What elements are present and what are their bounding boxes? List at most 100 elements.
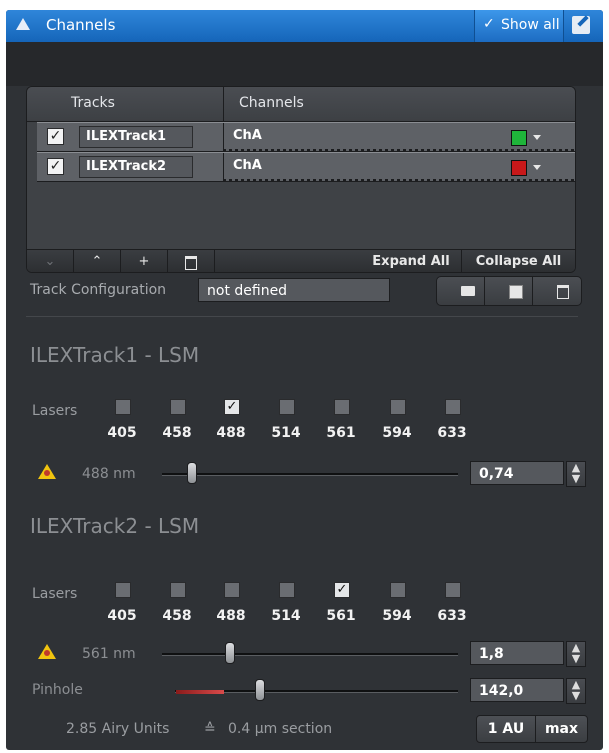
- track-configuration-field[interactable]: not defined: [198, 278, 390, 302]
- track-2-checkbox[interactable]: ✓: [47, 158, 64, 175]
- pinhole-spinner[interactable]: ▲ ▼: [566, 678, 586, 704]
- lsm1-title: ILEXTrack1 - LSM: [30, 343, 200, 367]
- laser-488-checkbox[interactable]: ✓: [224, 399, 240, 415]
- panel-title-bar[interactable]: Channels ✓ Show all: [6, 10, 603, 42]
- channels-panel: Channels ✓ Show all Tracks Channels ✓ IL…: [6, 10, 603, 750]
- laser-594-checkbox[interactable]: [390, 582, 406, 598]
- section-divider: [26, 316, 578, 317]
- track-2-channel: ChA: [233, 158, 262, 173]
- tracks-table: Tracks Channels ✓ ILEXTrack1 ChA ✓ ILEXT…: [26, 86, 576, 273]
- trash-icon: [185, 256, 197, 270]
- laser-405-checkbox[interactable]: [115, 582, 131, 598]
- laser-405-checkbox[interactable]: [115, 399, 131, 415]
- track-1-name[interactable]: ILEXTrack1: [79, 126, 193, 148]
- track-2-name[interactable]: ILEXTrack2: [79, 156, 193, 178]
- header-divider: [223, 87, 224, 121]
- trash-icon[interactable]: [533, 277, 581, 305]
- channel-2-color-swatch[interactable]: [511, 160, 527, 176]
- wavelength-label: 458: [162, 608, 192, 624]
- laser-488-checkbox[interactable]: [224, 582, 240, 598]
- lsm2-wavelength-readout: 561 nm: [82, 646, 136, 662]
- show-all-button[interactable]: ✓ Show all: [474, 10, 564, 42]
- row-dash-border: [223, 179, 575, 181]
- wavelength-label: 488: [216, 425, 246, 441]
- laser-633-checkbox[interactable]: [445, 582, 461, 598]
- lsm2-power-spinner[interactable]: ▲ ▼: [566, 641, 586, 667]
- lsm2-power-value[interactable]: 1,8: [470, 641, 564, 665]
- wavelength-label: 633: [437, 608, 467, 624]
- section-thickness-readout: 0.4 µm section: [228, 721, 333, 737]
- save-icon[interactable]: [485, 277, 532, 305]
- wavelength-label: 405: [107, 608, 137, 624]
- chevron-down-icon[interactable]: [533, 135, 541, 140]
- airy-units-readout: 2.85 Airy Units: [66, 721, 170, 737]
- track-configuration-label: Track Configuration: [30, 282, 167, 298]
- laser-warning-icon: [38, 644, 56, 659]
- pinhole-label: Pinhole: [32, 682, 83, 698]
- wavelength-label: 488: [216, 608, 246, 624]
- laser-warning-icon: [38, 464, 56, 479]
- wavelength-label: 458: [162, 425, 192, 441]
- laser-561-checkbox[interactable]: [334, 399, 350, 415]
- pinhole-preset-buttons: 1 AU max: [476, 715, 588, 743]
- collapse-triangle-icon[interactable]: [16, 18, 30, 30]
- row-divider: [223, 123, 224, 151]
- wavelength-label: 594: [382, 608, 412, 624]
- lsm2-power-slider-track[interactable]: [162, 653, 458, 656]
- add-track-button[interactable]: +: [121, 250, 168, 272]
- open-folder-icon[interactable]: [437, 277, 484, 305]
- row-divider: [223, 153, 224, 181]
- move-down-button[interactable]: ⌄: [27, 250, 74, 272]
- panel-title: Channels: [46, 16, 116, 34]
- lsm1-power-value[interactable]: 0,74: [470, 461, 564, 485]
- laser-594-checkbox[interactable]: [390, 399, 406, 415]
- wavelength-label: 561: [326, 608, 356, 624]
- lsm1-power-spinner[interactable]: ▲ ▼: [566, 461, 586, 487]
- track-1-channel: ChA: [233, 128, 262, 143]
- edit-icon[interactable]: [572, 16, 590, 34]
- wavelength-label: 633: [437, 425, 467, 441]
- lsm1-power-slider-thumb[interactable]: [187, 462, 197, 484]
- configuration-buttons: [436, 276, 582, 306]
- lsm1-wavelength-readout: 488 nm: [82, 466, 136, 482]
- tracks-table-header: Tracks Channels: [27, 87, 575, 122]
- track-1-checkbox[interactable]: ✓: [47, 128, 64, 145]
- channels-column-header: Channels: [239, 95, 304, 111]
- laser-514-checkbox[interactable]: [279, 582, 295, 598]
- wavelength-label: 514: [271, 425, 301, 441]
- wavelength-label: 594: [382, 425, 412, 441]
- laser-458-checkbox[interactable]: [170, 399, 186, 415]
- check-icon: ✓: [483, 16, 495, 32]
- wavelength-label: 561: [326, 425, 356, 441]
- tracks-column-header: Tracks: [71, 95, 115, 111]
- collapse-all-button[interactable]: Collapse All: [462, 250, 575, 272]
- lsm2-lasers-label: Lasers: [32, 586, 78, 602]
- laser-561-checkbox[interactable]: ✓: [334, 582, 350, 598]
- pinhole-value[interactable]: 142,0: [470, 678, 564, 702]
- pinhole-slider-thumb[interactable]: [255, 679, 265, 701]
- section-equivalence-icon: ≙: [204, 721, 216, 737]
- track-row-1[interactable]: ✓ ILEXTrack1 ChA: [37, 122, 575, 152]
- expand-all-button[interactable]: Expand All: [361, 250, 462, 272]
- panel-header-strip: [6, 42, 603, 86]
- lsm1-lasers-label: Lasers: [32, 403, 78, 419]
- row-dash-border: [223, 149, 575, 151]
- channel-1-color-swatch[interactable]: [511, 130, 527, 146]
- wavelength-label: 514: [271, 608, 301, 624]
- max-button[interactable]: max: [536, 716, 587, 742]
- chevron-down-icon[interactable]: [533, 165, 541, 170]
- delete-track-button[interactable]: [168, 250, 215, 272]
- track-row-2[interactable]: ✓ ILEXTrack2 ChA: [37, 152, 575, 182]
- pinhole-range-indicator: [176, 690, 224, 694]
- one-au-button[interactable]: 1 AU: [477, 716, 535, 742]
- lsm2-title: ILEXTrack2 - LSM: [30, 514, 200, 538]
- lsm1-power-slider-track[interactable]: [162, 473, 458, 476]
- laser-458-checkbox[interactable]: [170, 582, 186, 598]
- move-up-button[interactable]: ⌃: [74, 250, 121, 272]
- wavelength-label: 405: [107, 425, 137, 441]
- laser-514-checkbox[interactable]: [279, 399, 295, 415]
- show-all-label: Show all: [501, 17, 560, 33]
- lsm2-power-slider-thumb[interactable]: [225, 642, 235, 664]
- laser-633-checkbox[interactable]: [445, 399, 461, 415]
- tracks-toolbar: ⌄ ⌃ + Expand All Collapse All: [27, 249, 575, 272]
